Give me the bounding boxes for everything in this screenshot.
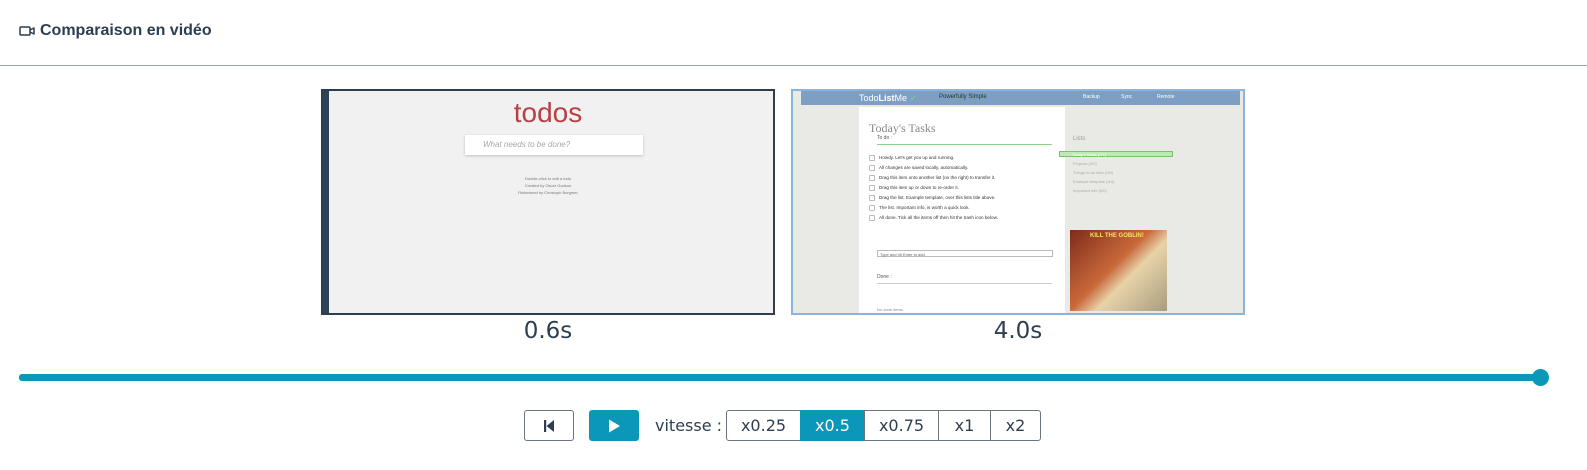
video-time-2: 4.0s: [993, 318, 1043, 344]
tlm-list-item: Things to do later (0/0): [1073, 170, 1114, 175]
tlm-todo-label: To do :: [877, 135, 893, 141]
checkbox-icon: [869, 185, 875, 191]
checkbox-icon: [869, 165, 875, 171]
tlm-list-item-active: Today's Tasks (7/7): [1059, 151, 1173, 157]
tlm-task-text: All done. Tick all the items off then hi…: [879, 215, 998, 221]
todo-footer-line: Refactored by Christoph Burgmer: [518, 190, 578, 195]
tlm-topbar: TodoListMe ✓ Powerfully Simple Backup Sy…: [801, 91, 1240, 105]
tlm-logo-part: Todo: [859, 93, 879, 103]
speed-label: vitesse :: [655, 416, 723, 435]
tlm-done-label: Done :: [877, 274, 892, 280]
speed-button-x1[interactable]: x1: [938, 410, 991, 441]
tlm-ad-image: KILL THE GOBLIN!: [1070, 230, 1167, 311]
restart-button[interactable]: [524, 410, 574, 441]
tlm-task: Drag this item up or down to re-order it…: [869, 185, 959, 191]
tlm-task-text: All changes are saved locally, automatic…: [879, 165, 969, 171]
video-time-1: 0.6s: [523, 318, 573, 344]
checkbox-icon: [869, 215, 875, 221]
tlm-divider: [877, 283, 1052, 284]
tlm-no-done: No done items.: [877, 307, 904, 312]
todo-footer-line: Double-click to edit a todo: [524, 176, 572, 181]
todo-footer: Double-click to edit a todo Created by O…: [323, 175, 773, 196]
tlm-logo: TodoListMe ✓: [859, 93, 917, 104]
checkmark-icon: ✓: [909, 93, 918, 103]
todo-footer-line: Created by Oscar Godson: [524, 183, 572, 188]
tlm-task: All done. Tick all the items off then hi…: [869, 215, 998, 221]
checkbox-icon: [869, 175, 875, 181]
tlm-logo-part: List: [878, 93, 895, 103]
tlm-lists-label: Lists: [1073, 136, 1086, 142]
tlm-task: Howdy. Let's get you up and running.: [869, 155, 954, 161]
speed-button-x0.25[interactable]: x0.25: [726, 410, 801, 441]
checkbox-icon: [869, 155, 875, 161]
tlm-task-text: Drag the list. Example template, over th…: [879, 195, 996, 201]
tlm-task: The list. Important info, is worth a qui…: [869, 205, 970, 211]
tlm-logo-part: Me: [894, 93, 908, 103]
tlm-task: Drag this item onto another list (on the…: [869, 175, 995, 181]
tlm-add-input: Type and hit Enter to add: [877, 250, 1053, 257]
timeline-slider-handle[interactable]: [1531, 369, 1549, 386]
video-frame-2[interactable]: TodoListMe ✓ Powerfully Simple Backup Sy…: [791, 89, 1245, 315]
tlm-ad-title: KILL THE GOBLIN!: [1090, 233, 1144, 239]
video-frame-1[interactable]: todos What needs to be done? Double-clic…: [321, 89, 775, 315]
speed-button-x0.5[interactable]: x0.5: [800, 410, 865, 441]
video-camera-icon: [19, 26, 35, 36]
speed-button-x0.75[interactable]: x0.75: [864, 410, 939, 441]
tlm-task: All changes are saved locally, automatic…: [869, 165, 968, 171]
speed-button-group: x0.25 x0.5 x0.75 x1 x2: [726, 410, 1041, 441]
checkbox-icon: [869, 205, 875, 211]
tlm-task-text: Howdy. Let's get you up and running.: [879, 155, 955, 161]
play-icon: [609, 419, 620, 432]
tlm-task-panel: Today's Tasks To do : Howdy. Let's get y…: [859, 107, 1065, 313]
header-title-text: Comparaison en vidéo: [40, 22, 212, 39]
tlm-nav-item: Backup: [1083, 94, 1100, 100]
tlm-heading: Today's Tasks: [869, 121, 936, 135]
tlm-task-text: The list. Important info, is worth a qui…: [879, 205, 970, 211]
tlm-task-text: Drag this item up or down to re-order it…: [879, 185, 959, 191]
play-button[interactable]: [589, 410, 639, 441]
tlm-tagline: Powerfully Simple: [939, 94, 987, 100]
checkbox-icon: [869, 195, 875, 201]
panel-header: Comparaison en vidéo: [0, 0, 1587, 66]
tlm-list-item: Projects (0/0): [1073, 161, 1097, 166]
speed-button-x2[interactable]: x2: [990, 410, 1041, 441]
tlm-list-item: Important info (0/0): [1073, 188, 1107, 193]
todo-title: todos: [513, 97, 583, 128]
timeline-slider-track[interactable]: [19, 374, 1540, 381]
tlm-nav-item: Remote: [1157, 94, 1175, 100]
tlm-task: Drag the list. Example template, over th…: [869, 195, 995, 201]
tlm-task-text: Drag this item onto another list (on the…: [879, 175, 996, 181]
tlm-nav-item: Sync: [1121, 94, 1133, 100]
tlm-list-item: Example template (4/4): [1073, 179, 1115, 184]
header-title: Comparaison en vidéo: [19, 22, 212, 40]
tlm-divider: [877, 144, 1052, 145]
todo-input: What needs to be done?: [465, 135, 643, 155]
skip-back-icon: [544, 419, 554, 432]
